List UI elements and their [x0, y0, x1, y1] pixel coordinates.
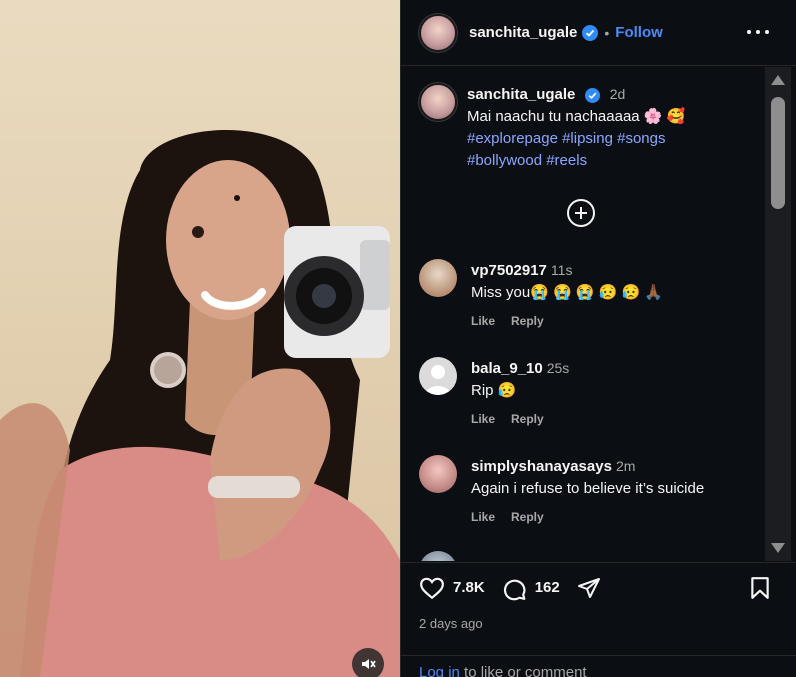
login-link[interactable]: Log in: [419, 664, 460, 677]
default-avatar-icon: [425, 365, 451, 395]
comments-scroll-area[interactable]: sanchita_ugale 2d Mai naachu tu nachaaaa…: [401, 67, 767, 561]
bookmark-icon: [751, 577, 769, 599]
caption-text: Mai naachu tu nachaaaaa 🌸 🥰: [467, 108, 686, 125]
reel-frame-illustration: [0, 0, 400, 677]
mute-icon: [362, 659, 376, 669]
share-icon: [577, 577, 600, 598]
like-count: 7.8K: [453, 579, 485, 596]
comment-item: vp7502917 11s Miss you😭 😭 😭 😥 😥 🙏🏾 Like Re…: [419, 259, 759, 332]
comment-like-button[interactable]: Like: [471, 510, 495, 524]
commenter-avatar[interactable]: [419, 357, 457, 395]
comment-username[interactable]: simplyshanayasays: [471, 458, 612, 475]
caption-avatar[interactable]: [419, 83, 457, 121]
scrollbar-thumb[interactable]: [771, 97, 785, 209]
follow-button[interactable]: Follow: [615, 24, 663, 41]
caption-username[interactable]: sanchita_ugale: [467, 86, 575, 103]
comment-text: Miss you😭 😭 😭 😥 😥 🙏🏾: [471, 284, 664, 301]
reel-media[interactable]: [0, 0, 400, 677]
comment-item: simplyshanayasays 2m Again i refuse to be…: [419, 455, 759, 528]
comment-button[interactable]: 162: [501, 575, 560, 601]
author-avatar[interactable]: [419, 13, 457, 52]
commenter-avatar[interactable]: [419, 455, 457, 493]
post-detail-panel: sanchita_ugale • Follow sanchita_ugale 2…: [400, 0, 796, 677]
comments-scrollbar[interactable]: [765, 67, 791, 561]
verified-icon: [584, 87, 600, 103]
comment-reply-button[interactable]: Reply: [511, 510, 544, 524]
posted-time: 2 days ago: [419, 616, 483, 631]
comment-text: Again i refuse to believe it’s suicide: [471, 480, 705, 497]
author-username[interactable]: sanchita_ugale: [469, 24, 577, 41]
scroll-up-arrow-icon[interactable]: [771, 75, 785, 85]
caption-time: 2d: [609, 86, 626, 102]
comment-reply-button[interactable]: Reply: [511, 412, 544, 426]
comment-like-button[interactable]: Like: [471, 314, 495, 328]
comment-text: Rip 😥: [471, 382, 517, 399]
caption-hashtags[interactable]: #explorepage #lipsing #songs #bollywood …: [467, 128, 697, 172]
comment-item: bala_9_10 25s Rip 😥 Like Reply: [419, 357, 759, 430]
post-header: sanchita_ugale • Follow: [401, 0, 796, 66]
comment-reply-button[interactable]: Reply: [511, 314, 544, 328]
comment-time: 11s: [550, 262, 573, 278]
login-prompt: Log in to like or comment: [401, 655, 796, 677]
save-button[interactable]: [749, 576, 771, 605]
verified-icon: [582, 24, 599, 41]
comment-username[interactable]: bala_9_10: [471, 360, 543, 377]
comment-time: 25s: [546, 360, 570, 376]
commenter-avatar[interactable]: [419, 259, 457, 297]
more-options-icon[interactable]: [747, 22, 769, 42]
share-button[interactable]: [576, 576, 610, 600]
scroll-down-arrow-icon[interactable]: [771, 543, 785, 553]
comment-like-button[interactable]: Like: [471, 412, 495, 426]
caption: sanchita_ugale 2d Mai naachu tu nachaaaa…: [419, 83, 759, 172]
post-actions-bar: 7.8K 162: [401, 562, 796, 612]
like-button[interactable]: 7.8K: [419, 576, 485, 600]
comment-time: 2m: [615, 458, 636, 474]
comment-icon: [503, 579, 526, 600]
commenter-avatar-partial[interactable]: [419, 551, 457, 561]
mute-button[interactable]: [352, 648, 384, 677]
login-suffix: to like or comment: [459, 664, 587, 677]
heart-icon: [420, 577, 444, 599]
comment-count: 162: [534, 579, 560, 596]
separator-dot: •: [604, 24, 610, 41]
add-comment-icon[interactable]: [567, 199, 595, 227]
comment-username[interactable]: vp7502917: [471, 262, 547, 279]
